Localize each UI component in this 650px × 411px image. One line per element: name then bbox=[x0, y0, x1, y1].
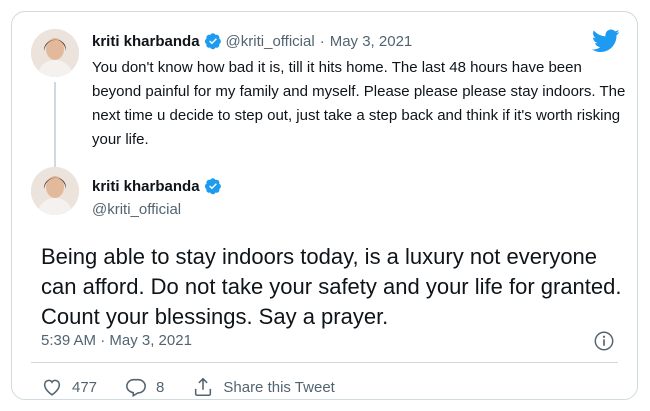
reply-icon bbox=[126, 378, 146, 398]
share-icon bbox=[195, 377, 212, 397]
reply-button[interactable]: 8 bbox=[125, 376, 164, 398]
like-count: 477 bbox=[72, 378, 98, 396]
verified-badge-icon bbox=[204, 33, 221, 50]
parent-tweet-header: kriti kharbanda @kriti_official · May 3,… bbox=[92, 32, 412, 50]
verified-badge-icon bbox=[204, 178, 221, 195]
separator-dot: · bbox=[319, 32, 325, 50]
tweet-actions: 477 8 Share this Tweet bbox=[41, 376, 363, 398]
main-tweet-author: kriti kharbanda bbox=[92, 177, 226, 195]
like-button[interactable]: 477 bbox=[41, 376, 97, 398]
info-icon[interactable] bbox=[593, 330, 615, 352]
author-handle[interactable]: @kriti_official bbox=[92, 201, 181, 218]
share-button[interactable]: Share this Tweet bbox=[192, 376, 335, 398]
heart-icon bbox=[43, 379, 61, 396]
parent-tweet-text: You don't know how bad it is, till it hi… bbox=[92, 59, 626, 148]
thread-line bbox=[54, 82, 56, 168]
main-tweet-text: Being able to stay indoors today, is a l… bbox=[41, 244, 622, 329]
author-handle[interactable]: @kriti_official bbox=[226, 33, 315, 50]
share-label: Share this Tweet bbox=[223, 378, 335, 396]
tweet-timestamp[interactable]: 5:39 AM · May 3, 2021 bbox=[41, 332, 192, 349]
author-name[interactable]: kriti kharbanda bbox=[92, 178, 200, 195]
tweet-embed-card: kriti kharbanda @kriti_official · May 3,… bbox=[11, 11, 638, 400]
divider bbox=[31, 362, 618, 363]
author-name[interactable]: kriti kharbanda bbox=[92, 33, 200, 50]
tweet-date[interactable]: May 3, 2021 bbox=[330, 33, 413, 50]
avatar-photo bbox=[31, 29, 79, 77]
twitter-bird-icon[interactable] bbox=[592, 29, 620, 53]
avatar[interactable] bbox=[31, 29, 79, 77]
avatar[interactable] bbox=[31, 167, 79, 215]
reply-count: 8 bbox=[156, 378, 165, 396]
avatar-photo bbox=[31, 167, 79, 215]
